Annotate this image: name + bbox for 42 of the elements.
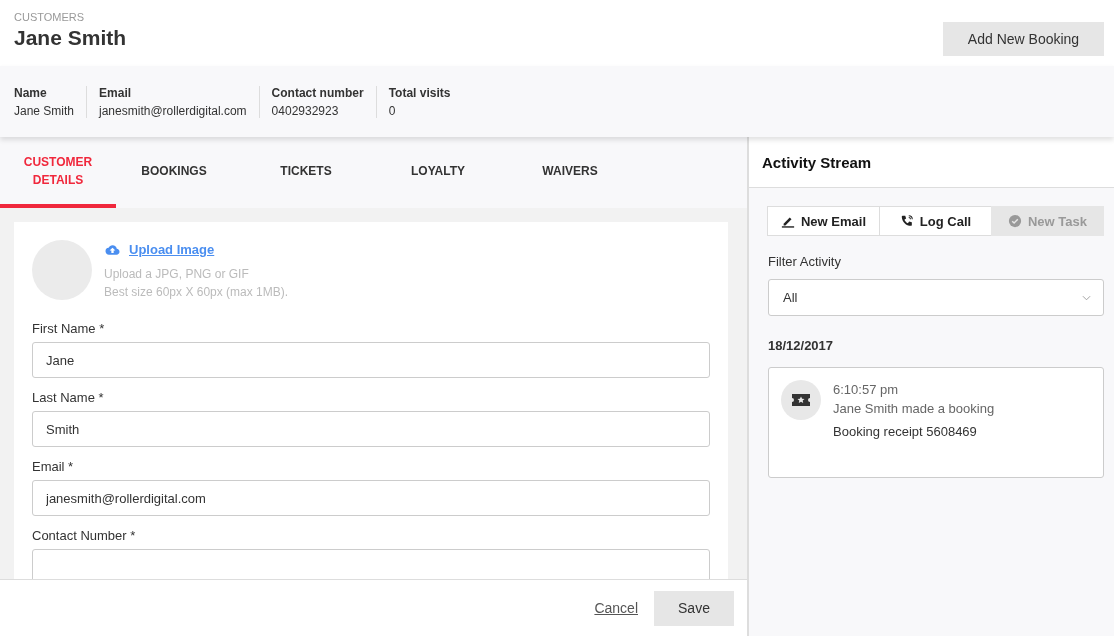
ticket-icon xyxy=(781,380,821,420)
summary-label: Total visits xyxy=(388,85,451,100)
cloud-upload-icon xyxy=(104,242,121,257)
save-button[interactable]: Save xyxy=(654,590,734,626)
summary-value: 0 xyxy=(388,103,397,118)
page-title: Jane Smith xyxy=(14,26,127,50)
input-field[interactable] xyxy=(32,549,710,579)
chevron-down-icon xyxy=(1082,294,1091,301)
breadcrumb-label: CUSTOMERS xyxy=(14,11,86,23)
summary-label: Contact number xyxy=(271,85,364,100)
activity-detail: Booking receipt 5608469 xyxy=(833,424,978,439)
check-circle-icon xyxy=(1008,214,1022,228)
summary-value: janesmith@rollerdigital.com xyxy=(99,103,247,118)
summary-value: 0402932923 xyxy=(271,103,340,118)
add-booking-button[interactable]: Add New Booking xyxy=(943,22,1104,56)
activity-text: Jane Smith made a booking xyxy=(833,400,995,418)
activity-time: 6:10:57 pm xyxy=(833,381,900,399)
summary-value: Jane Smith xyxy=(14,103,75,118)
summary-label: Name xyxy=(14,85,48,100)
field-label: Last Name * xyxy=(32,390,105,405)
tab[interactable]: TICKETS xyxy=(248,137,364,208)
input-field[interactable]: janesmith@rollerdigital.com xyxy=(32,480,710,516)
phone-icon xyxy=(899,214,914,228)
filter-dropdown[interactable]: All xyxy=(768,279,1104,316)
upload-hint: Upload a JPG, PNG or GIF xyxy=(104,266,250,283)
date-heading: 18/12/2017 xyxy=(768,338,835,353)
filter-label: Filter Activity xyxy=(768,254,842,269)
call-action-button[interactable]: Log Call xyxy=(879,206,992,236)
input-field[interactable]: Smith xyxy=(32,411,710,447)
field-label: First Name * xyxy=(32,321,106,336)
tab[interactable]: WAIVERS xyxy=(512,137,628,208)
field-label: Contact Number * xyxy=(32,528,137,543)
email-action-button[interactable]: New Email xyxy=(767,206,880,236)
field-label: Email * xyxy=(32,459,75,474)
tab[interactable]: BOOKINGS xyxy=(116,137,232,208)
panel-title: Activity Stream xyxy=(749,137,1114,188)
tab[interactable]: LOYALTY xyxy=(380,137,496,208)
input-field[interactable]: Jane xyxy=(32,342,710,378)
tab[interactable]: CUSTOMER DETAILS xyxy=(0,137,116,208)
cancel-link[interactable]: Cancel xyxy=(594,600,638,616)
upload-hint: Best size 60px X 60px (max 1MB). xyxy=(104,284,289,301)
summary-label: Email xyxy=(99,85,133,100)
